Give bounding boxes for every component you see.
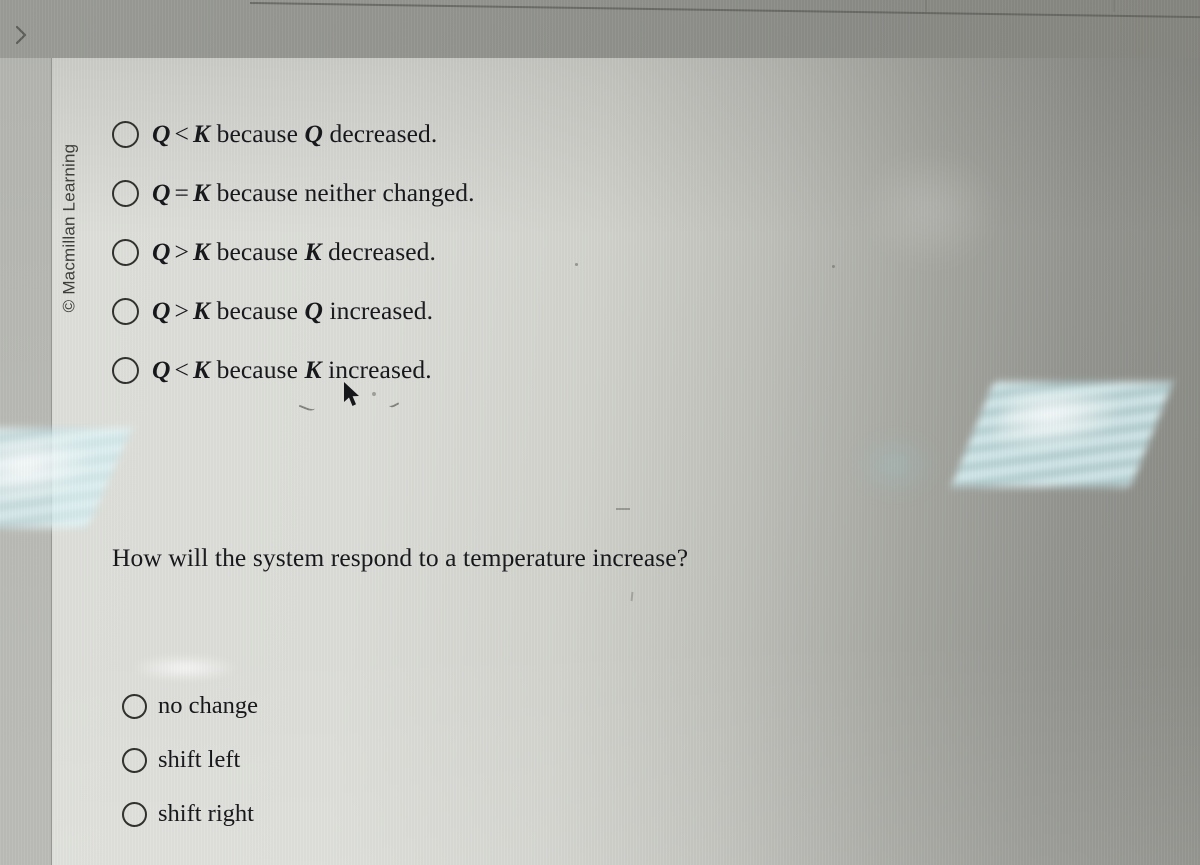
photographed-screen: © Macmillan Learning Q < K because Q decre… (0, 0, 1200, 865)
left-gutter (0, 58, 52, 865)
radio-option-2[interactable]: Q = K because neither changed. (112, 173, 475, 213)
question-two-prompt: How will the system respond to a tempera… (112, 543, 689, 572)
radio-option-5[interactable]: Q < K because K increased. (112, 350, 475, 390)
radio-option-3[interactable]: Q > K because K decreased. (112, 232, 475, 272)
question-one-option-list: Q < K because Q decreased. Q = K because nei… (112, 114, 475, 409)
question-two-block: How will the system respond to a tempera… (112, 543, 688, 573)
operator: > (174, 296, 189, 325)
radio-option-shift-right[interactable]: shift right (112, 798, 258, 830)
top-seam-left (925, 0, 927, 12)
radio-button-icon[interactable] (112, 238, 139, 266)
reason-word: because (216, 237, 298, 266)
reason-tail: decreased. (329, 119, 438, 148)
radio-option-4[interactable]: Q > K because Q increased. (112, 291, 475, 331)
operator: = (174, 178, 189, 207)
symbol-q: Q (152, 119, 171, 148)
reason-tail: decreased. (328, 237, 436, 266)
radio-option-label: shift left (158, 746, 241, 773)
operator: < (174, 119, 189, 148)
reason-tail: increased. (328, 355, 432, 384)
symbol-k: K (193, 296, 211, 325)
reason-symbol: K (304, 237, 322, 266)
reason-tail: increased. (329, 296, 434, 325)
radio-option-label: Q > K because Q increased. (152, 296, 433, 326)
radio-button-icon[interactable] (122, 801, 147, 827)
next-page-chevron-button[interactable] (6, 18, 36, 52)
reason-word: because (216, 355, 298, 384)
radio-option-1[interactable]: Q < K because Q decreased. (112, 114, 475, 154)
symbol-k: K (193, 355, 211, 384)
radio-button-icon[interactable] (112, 356, 139, 384)
radio-button-icon[interactable] (112, 297, 139, 325)
radio-button-icon[interactable] (122, 747, 147, 773)
symbol-k: K (193, 237, 211, 266)
reason-symbol: Q (304, 296, 323, 325)
top-seam-right (1113, 0, 1115, 12)
radio-option-shift-left[interactable]: shift left (112, 744, 258, 776)
symbol-q: Q (152, 237, 171, 266)
reason-symbol: Q (304, 119, 323, 148)
radio-option-no-change[interactable]: no change (112, 690, 258, 722)
reason-tail: neither changed. (304, 178, 475, 207)
question-two-option-list: no change shift left shift right (112, 690, 258, 852)
radio-option-label: shift right (158, 800, 254, 827)
radio-option-label: Q > K because K decreased. (152, 237, 436, 267)
operator: > (174, 237, 189, 266)
content-area: Q < K because Q decreased. Q = K because nei… (52, 58, 1200, 865)
symbol-k: K (193, 178, 211, 207)
radio-option-label: Q < K because K increased. (152, 355, 432, 385)
reason-word: because (216, 178, 298, 207)
symbol-q: Q (152, 178, 171, 207)
symbol-k: K (193, 119, 211, 148)
copyright-text: © Macmillan Learning (59, 143, 78, 313)
symbol-q: Q (152, 296, 171, 325)
reason-word: because (216, 119, 298, 148)
operator: < (174, 355, 189, 384)
radio-option-label: Q = K because neither changed. (152, 178, 475, 208)
radio-option-label: Q < K because Q decreased. (152, 119, 437, 149)
symbol-q: Q (152, 355, 171, 384)
reason-symbol: K (304, 355, 322, 384)
copyright-watermark: © Macmillan Learning (55, 108, 83, 358)
radio-button-icon[interactable] (112, 120, 139, 148)
radio-option-label: no change (158, 692, 258, 719)
radio-button-icon[interactable] (112, 179, 139, 207)
chevron-right-icon (13, 23, 29, 47)
reason-word: because (216, 296, 298, 325)
radio-button-icon[interactable] (122, 693, 147, 719)
